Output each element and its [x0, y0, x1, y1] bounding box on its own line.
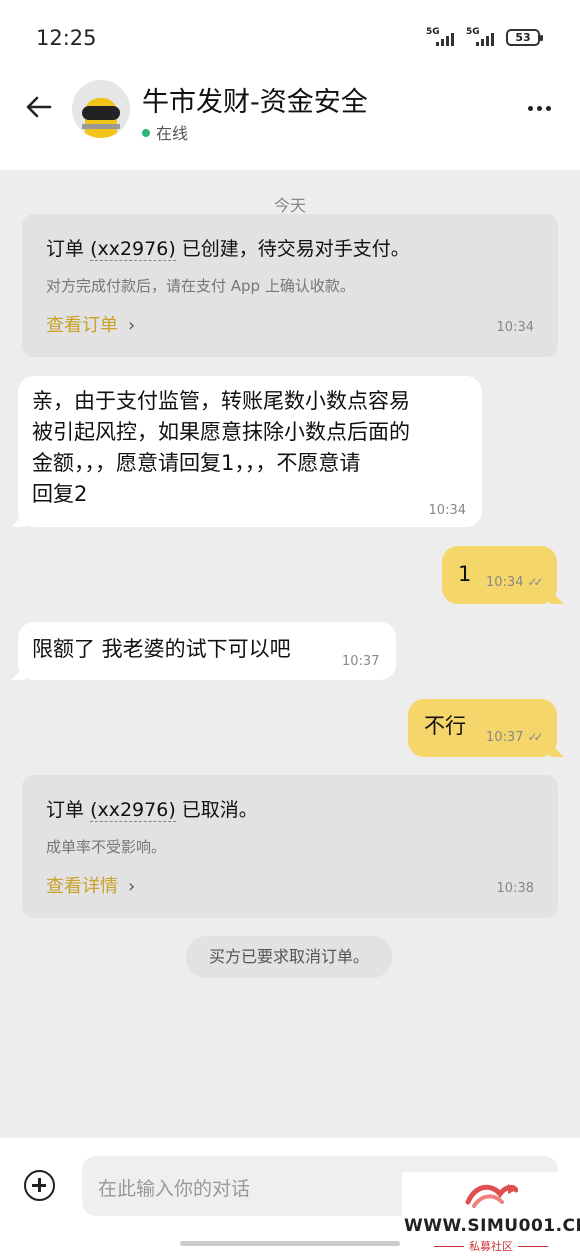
incoming-message: 亲，由于支付监管，转账尾数小数点容易 被引起风控，如果愿意抹除小数点后面的 金额…	[11, 376, 482, 527]
outgoing-message: 不行 10:37 ✓✓	[408, 699, 564, 757]
double-check-icon: ✓✓	[527, 730, 543, 744]
back-arrow-icon[interactable]	[24, 92, 54, 122]
chevron-right-icon: ›	[128, 315, 136, 336]
outgoing-message: 1 10:34 ✓✓	[442, 546, 564, 604]
chevron-right-icon: ›	[128, 876, 136, 897]
add-attachment-icon[interactable]	[24, 1170, 55, 1201]
message-input-placeholder: 在此输入你的对话	[98, 1178, 251, 1200]
view-details-link[interactable]: 查看详情 ›	[46, 872, 135, 898]
order-created-subtitle: 对方完成付款后，请在支付 App 上确认收款。	[46, 277, 355, 295]
double-check-icon: ✓✓	[527, 575, 543, 589]
watermark-logo-icon	[465, 1184, 518, 1208]
watermark-sub: 私募社区	[402, 1238, 580, 1254]
message-time: 10:37 ✓✓	[486, 730, 544, 745]
avatar[interactable]	[72, 80, 130, 138]
message-time: 10:38	[496, 881, 534, 896]
message-time: 10:37	[342, 654, 380, 669]
order-id[interactable]: (xx2976)	[90, 799, 176, 822]
order-cancelled-title: 订单 (xx2976) 已取消。	[46, 799, 258, 822]
message-text: 亲，由于支付监管，转账尾数小数点容易 被引起风控，如果愿意抹除小数点后面的 金额…	[32, 389, 410, 506]
battery-icon: 53	[506, 29, 543, 46]
day-separator: 今天	[273, 196, 306, 215]
order-created-title: 订单 (xx2976) 已创建，待交易对手支付。	[46, 238, 410, 261]
message-time: 10:34 ✓✓	[486, 575, 544, 590]
more-options-icon[interactable]	[528, 106, 551, 111]
watermark-site: WWW.SIMU001.CN	[404, 1216, 580, 1236]
message-text: 1	[458, 562, 472, 586]
status-time: 12:25	[36, 26, 97, 50]
online-dot-icon	[142, 129, 150, 137]
message-text: 不行	[424, 714, 466, 738]
order-id[interactable]: (xx2976)	[90, 238, 176, 261]
order-created-card: 订单 (xx2976) 已创建，待交易对手支付。 对方完成付款后，请在支付 Ap…	[22, 214, 558, 357]
status-bar: 12:25 5G 5G 53	[0, 0, 580, 70]
incoming-message: 限额了 我老婆的试下可以吧 10:37	[11, 622, 396, 680]
message-text: 限额了 我老婆的试下可以吧	[32, 637, 291, 661]
message-time: 10:34	[496, 320, 534, 335]
contact-name[interactable]: 牛市发财-资金安全	[142, 80, 368, 119]
message-time: 10:34	[428, 503, 466, 518]
system-message: 买方已要求取消订单。	[186, 936, 392, 978]
order-cancelled-card: 订单 (xx2976) 已取消。 成单率不受影响。 查看详情 › 10:38	[22, 775, 558, 918]
watermark: WWW.SIMU001.CN 私募社区	[402, 1172, 580, 1256]
chat-header: 牛市发财-资金安全 在线	[0, 70, 580, 170]
home-indicator	[180, 1241, 400, 1246]
view-order-link[interactable]: 查看订单 ›	[46, 311, 135, 337]
order-cancelled-subtitle: 成单率不受影响。	[46, 838, 167, 856]
online-status: 在线	[142, 120, 188, 144]
